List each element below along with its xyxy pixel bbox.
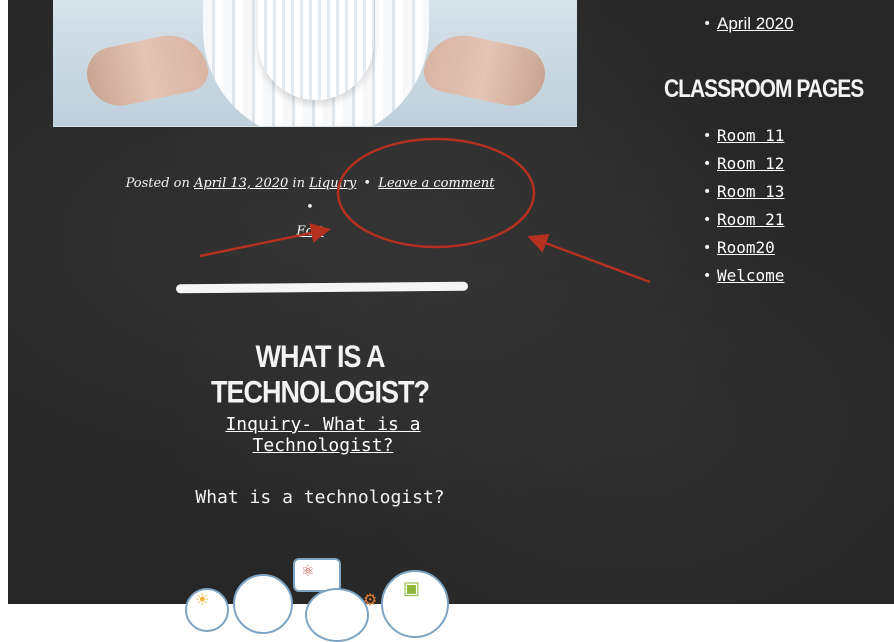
annotation-overlay <box>199 137 651 284</box>
highlight-circle <box>336 137 536 249</box>
right-arrow <box>527 233 651 284</box>
left-arrow <box>199 223 331 258</box>
